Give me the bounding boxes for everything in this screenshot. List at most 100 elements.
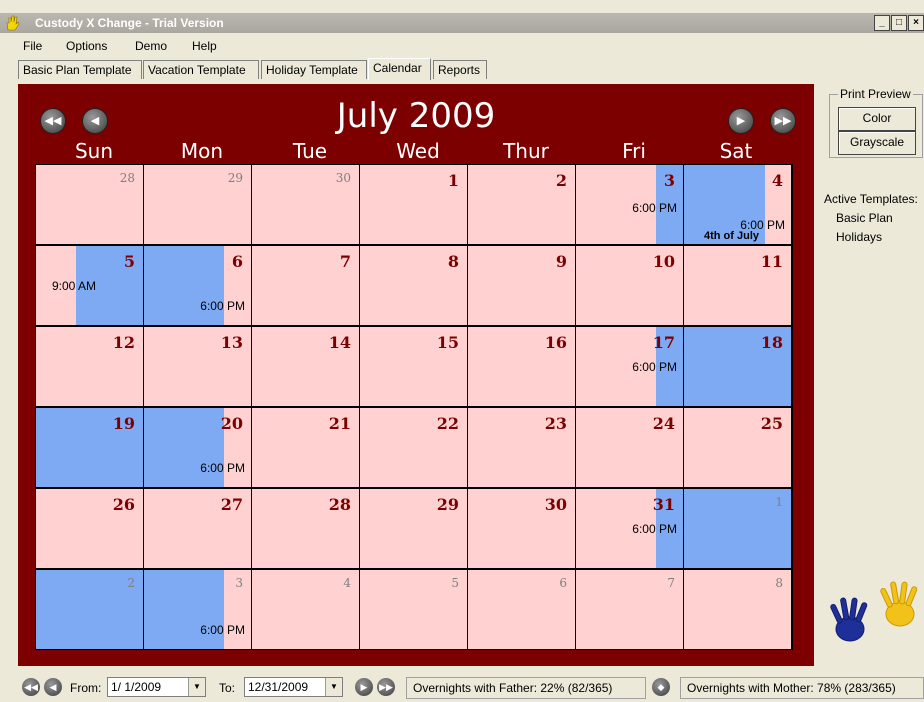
range-last-button[interactable]: ▶▶ <box>377 678 395 696</box>
day-cell[interactable]: 3 6:00 PM <box>576 165 683 244</box>
minimize-button[interactable]: _ <box>874 15 890 31</box>
menu-demo[interactable]: Demo <box>135 39 167 53</box>
day-cell[interactable]: 2 <box>36 570 143 649</box>
day-cell[interactable]: 29 <box>144 165 251 244</box>
day-number: 19 <box>112 414 135 433</box>
day-cell[interactable]: 6 6:00 PM <box>144 246 251 325</box>
close-button[interactable]: × <box>908 15 924 31</box>
range-first-button[interactable]: ◀◀ <box>22 678 40 696</box>
day-number: 21 <box>328 414 351 433</box>
day-header-sat: Sat <box>719 139 753 163</box>
day-cell[interactable]: 29 <box>360 489 467 568</box>
menu-help[interactable]: Help <box>192 39 217 53</box>
range-previous-button[interactable]: ◀ <box>44 678 62 696</box>
day-number: 3 <box>663 171 675 190</box>
tab-basic-plan-template[interactable]: Basic Plan Template <box>18 60 142 79</box>
day-number: 2 <box>127 576 135 590</box>
tab-calendar[interactable]: Calendar <box>368 58 431 80</box>
day-number: 29 <box>436 495 459 514</box>
active-templates-label: Active Templates: <box>824 192 918 206</box>
day-cell[interactable]: 4 6:00 PM 4th of July <box>684 165 791 244</box>
next-year-button[interactable]: ▶▶ <box>770 108 796 134</box>
day-cell[interactable]: 1 <box>684 489 791 568</box>
day-cell[interactable]: 28 <box>252 489 359 568</box>
day-cell[interactable]: 20 6:00 PM <box>144 408 251 487</box>
day-cell[interactable]: 8 <box>360 246 467 325</box>
day-number: 22 <box>436 414 459 433</box>
from-date-value: 1/ 1/2009 <box>111 680 162 694</box>
day-cell[interactable]: 5 <box>360 570 467 649</box>
chevron-down-icon[interactable]: ▼ <box>188 678 205 696</box>
day-cell[interactable]: 30 <box>252 165 359 244</box>
day-cell[interactable]: 17 6:00 PM <box>576 327 683 406</box>
range-next-button[interactable]: ▶ <box>355 678 373 696</box>
day-number: 30 <box>544 495 567 514</box>
day-number: 31 <box>652 495 675 514</box>
menu-bar: File Options Demo Help <box>0 36 924 56</box>
day-number: 28 <box>328 495 351 514</box>
day-cell[interactable]: 9 <box>468 246 575 325</box>
to-date-value: 12/31/2009 <box>248 680 309 694</box>
day-number: 23 <box>544 414 567 433</box>
from-date-select[interactable]: 1/ 1/2009 ▼ <box>107 677 206 697</box>
day-cell[interactable]: 31 6:00 PM <box>576 489 683 568</box>
tab-holiday-template[interactable]: Holiday Template <box>261 60 367 79</box>
next-month-button[interactable]: ▶ <box>728 108 754 134</box>
app-hand-icon <box>4 15 20 31</box>
day-number: 14 <box>328 333 351 352</box>
tab-reports[interactable]: Reports <box>433 60 487 79</box>
day-cell[interactable]: 4 <box>252 570 359 649</box>
day-cell[interactable]: 25 <box>684 408 791 487</box>
day-cell[interactable]: 10 <box>576 246 683 325</box>
day-cell[interactable]: 1 <box>360 165 467 244</box>
day-cell[interactable]: 15 <box>360 327 467 406</box>
handprints-logo <box>820 574 924 654</box>
day-cell[interactable]: 18 <box>684 327 791 406</box>
exchange-time: 6:00 PM <box>200 299 245 313</box>
toggle-parent-button[interactable]: ◆ <box>652 678 670 696</box>
day-cell[interactable]: 28 <box>36 165 143 244</box>
day-number: 7 <box>339 252 351 271</box>
tab-vacation-template[interactable]: Vacation Template <box>143 60 259 79</box>
day-cell[interactable]: 7 <box>576 570 683 649</box>
grayscale-button[interactable]: Grayscale <box>838 131 916 155</box>
day-cell[interactable]: 19 <box>36 408 143 487</box>
window-title: Custody X Change - Trial Version <box>35 16 224 30</box>
day-number: 9 <box>555 252 567 271</box>
day-cell[interactable]: 8 <box>684 570 791 649</box>
active-templates: Active Templates: Basic Plan Holidays <box>824 190 918 247</box>
day-cell[interactable]: 21 <box>252 408 359 487</box>
day-cell[interactable]: 24 <box>576 408 683 487</box>
day-number: 8 <box>775 576 783 590</box>
menu-file[interactable]: File <box>23 39 42 53</box>
day-cell[interactable]: 27 <box>144 489 251 568</box>
mother-overnights: Overnights with Mother: 78% (283/365) <box>680 677 924 699</box>
day-cell[interactable]: 26 <box>36 489 143 568</box>
day-number: 16 <box>544 333 567 352</box>
day-cell[interactable]: 13 <box>144 327 251 406</box>
day-number: 11 <box>760 252 783 271</box>
day-cell[interactable]: 22 <box>360 408 467 487</box>
day-cell[interactable]: 5 9:00 AM <box>36 246 143 325</box>
day-number: 24 <box>652 414 675 433</box>
day-cell[interactable]: 7 <box>252 246 359 325</box>
print-preview-label: Print Preview <box>838 87 913 101</box>
calendar-grid: 28 29 30 1 2 3 6:00 PM 4 6:00 PM 4th of Jul… <box>35 164 793 650</box>
day-cell[interactable]: 14 <box>252 327 359 406</box>
color-button[interactable]: Color <box>838 107 916 131</box>
to-date-select[interactable]: 12/31/2009 ▼ <box>244 677 343 697</box>
maximize-button[interactable]: □ <box>891 15 907 31</box>
day-cell[interactable]: 23 <box>468 408 575 487</box>
day-cell[interactable]: 12 <box>36 327 143 406</box>
day-cell[interactable]: 16 <box>468 327 575 406</box>
father-time-block <box>144 246 224 325</box>
day-cell[interactable]: 30 <box>468 489 575 568</box>
day-cell[interactable]: 3 6:00 PM <box>144 570 251 649</box>
father-time-block <box>144 408 224 487</box>
menu-options[interactable]: Options <box>66 39 107 53</box>
day-cell[interactable]: 2 <box>468 165 575 244</box>
day-number: 2 <box>555 171 567 190</box>
day-cell[interactable]: 11 <box>684 246 791 325</box>
chevron-down-icon[interactable]: ▼ <box>325 678 342 696</box>
day-cell[interactable]: 6 <box>468 570 575 649</box>
